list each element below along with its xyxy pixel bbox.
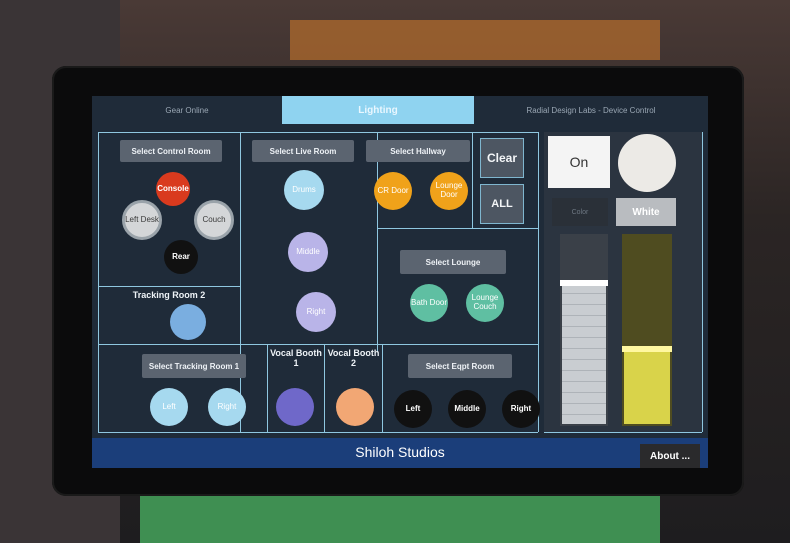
grid-line — [98, 432, 538, 433]
grid-line — [377, 228, 538, 229]
lounge-door-light-button[interactable]: Lounge Door — [430, 172, 468, 210]
vocal-booth-1-light-button[interactable] — [276, 388, 314, 426]
select-live-room-button[interactable]: Select Live Room — [252, 140, 354, 162]
left-desk-light-button[interactable]: Left Desk — [122, 200, 162, 240]
tracking-room-1-left-light-button[interactable]: Left — [150, 388, 188, 426]
tab-bar: Gear Online Lighting Radial Design Labs … — [92, 96, 708, 124]
grid-line — [544, 432, 702, 433]
grid-line — [98, 286, 240, 287]
color-preview-swatch — [618, 134, 676, 192]
select-eqpt-room-button[interactable]: Select Eqpt Room — [408, 354, 512, 378]
vocal-booth-2-light-button[interactable] — [336, 388, 374, 426]
tracking-room-2-label: Tracking Room 2 — [132, 290, 206, 300]
grid-line — [382, 344, 383, 432]
footer-bar: Shiloh Studios About ... — [92, 438, 708, 468]
all-button[interactable]: ALL — [480, 184, 524, 224]
white-fader-fill — [624, 349, 670, 424]
vocal-booth-1-label: Vocal Booth 1 — [270, 348, 322, 368]
color-mode-button[interactable]: Color — [552, 198, 608, 226]
middle-light-button[interactable]: Middle — [288, 232, 328, 272]
eqpt-left-light-button[interactable]: Left — [394, 390, 432, 428]
clear-button[interactable]: Clear — [480, 138, 524, 178]
studio-title: Shiloh Studios — [355, 444, 445, 460]
grid-line — [240, 132, 241, 432]
select-lounge-button[interactable]: Select Lounge — [400, 250, 506, 274]
tracking-room-1-right-light-button[interactable]: Right — [208, 388, 246, 426]
grid-line — [98, 344, 538, 345]
tab-device-control[interactable]: Radial Design Labs - Device Control — [474, 96, 708, 124]
about-button[interactable]: About ... — [640, 444, 700, 468]
touch-screen: Gear Online Lighting Radial Design Labs … — [92, 96, 708, 468]
rear-light-button[interactable]: Rear — [164, 240, 198, 274]
grid-line — [702, 132, 703, 432]
cr-door-light-button[interactable]: CR Door — [374, 172, 412, 210]
white-mode-button[interactable]: White — [616, 198, 676, 226]
background-orange-panel — [290, 20, 660, 60]
bath-door-light-button[interactable]: Bath Door — [410, 284, 448, 322]
on-button[interactable]: On — [548, 136, 610, 188]
grid-line — [538, 132, 539, 432]
tab-lighting[interactable]: Lighting — [282, 96, 474, 124]
color-fader-fill — [562, 283, 606, 424]
grid-line — [472, 132, 473, 228]
lounge-couch-light-button[interactable]: Lounge Couch — [466, 284, 504, 322]
console-light-button[interactable]: Console — [156, 172, 190, 206]
eqpt-right-light-button[interactable]: Right — [502, 390, 540, 428]
select-hallway-button[interactable]: Select Hallway — [366, 140, 470, 162]
select-control-room-button[interactable]: Select Control Room — [120, 140, 222, 162]
white-fader[interactable] — [622, 234, 672, 426]
grid-line — [377, 132, 378, 352]
tracking-room-2-light-button[interactable] — [170, 304, 206, 340]
vocal-booth-2-label: Vocal Booth 2 — [327, 348, 380, 368]
color-fader[interactable] — [560, 234, 608, 426]
right-light-button[interactable]: Right — [296, 292, 336, 332]
eqpt-middle-light-button[interactable]: Middle — [448, 390, 486, 428]
couch-light-button[interactable]: Couch — [194, 200, 234, 240]
select-tracking-room-1-button[interactable]: Select Tracking Room 1 — [142, 354, 246, 378]
drums-light-button[interactable]: Drums — [284, 170, 324, 210]
grid-line — [98, 132, 99, 432]
tab-gear-online[interactable]: Gear Online — [92, 96, 282, 124]
white-fader-handle[interactable] — [622, 346, 672, 352]
color-fader-handle[interactable] — [560, 280, 608, 286]
background-green-panel — [140, 490, 660, 543]
